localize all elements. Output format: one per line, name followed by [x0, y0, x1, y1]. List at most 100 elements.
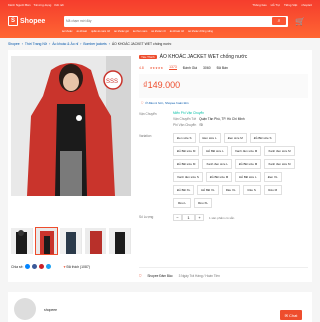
price-box: ₫149.000: [139, 74, 308, 98]
search-input[interactable]: [66, 19, 272, 23]
search-hint[interactable]: áo khoác gió: [114, 30, 129, 33]
search-hints: áo khoác áo khoác quần áo nam nữ áo khoá…: [62, 30, 280, 33]
heart-icon: ♥: [63, 264, 66, 269]
breadcrumb-item[interactable]: Thời Trang Nữ: [25, 42, 47, 46]
variation-option[interactable]: Xanh đen size M: [230, 146, 262, 156]
quantity-label: Số Lượng: [139, 215, 154, 219]
breadcrumb-item[interactable]: Shopee: [8, 42, 20, 46]
connect-link[interactable]: Kết nối: [54, 3, 63, 7]
reviews-count[interactable]: 1373: [169, 65, 177, 70]
variation-option[interactable]: Xanh đen size M: [264, 146, 295, 156]
variation-option[interactable]: Đỏ BĐ size M: [234, 159, 262, 169]
breadcrumb-item[interactable]: Bomber jackets: [83, 42, 106, 46]
variation-row: Variation Đen size S Đen size L Đen size…: [139, 133, 308, 208]
search-hint[interactable]: áo thun nam: [133, 30, 147, 33]
shield-icon: ⛉: [141, 101, 144, 105]
ship-to-label: Vận Chuyển Tới: [173, 117, 197, 121]
notifications-link[interactable]: Thông báo: [252, 3, 266, 7]
search-hint[interactable]: áo khoác: [62, 30, 73, 33]
thumbnail[interactable]: [84, 228, 107, 254]
price-guarantee-text[interactable]: Ở đâu rẻ hơn, Shopee hoàn tiền: [145, 101, 188, 105]
variation-option[interactable]: Đen size M: [223, 133, 247, 143]
user-account[interactable]: nhopisrt: [301, 3, 312, 7]
search-hint[interactable]: áo khoác chống nắng: [188, 30, 213, 33]
top-links: Kênh Người Bán Tải ứng dụng Kết nối Thôn…: [8, 2, 312, 7]
stock-text: 1 sản phẩm có sẵn: [209, 215, 235, 220]
shopee-guarantee[interactable]: ⛉ Shopee Đảm Bảo 3 Ngày Trả Hàng / Hoàn …: [139, 267, 308, 278]
guarantee-title: Shopee Đảm Bảo: [147, 274, 173, 278]
variation-option[interactable]: Đen XL: [263, 172, 282, 182]
product-title-row: Yêu Thích ÁO KHOÁC JACKET WET chống nước: [139, 54, 308, 60]
increase-button[interactable]: +: [195, 214, 204, 221]
variation-option[interactable]: Xanh đen size L: [202, 159, 232, 169]
shopee-logo[interactable]: S Shopee: [8, 16, 56, 26]
variation-option[interactable]: Đen size L: [198, 133, 221, 143]
chat-button[interactable]: ✉ Chat: [280, 310, 302, 320]
variation-option[interactable]: Xanh đen size S: [173, 172, 203, 182]
variation-option[interactable]: Rêu XL: [194, 198, 213, 208]
thumbnail-strip: [11, 227, 131, 255]
help-link[interactable]: Hỗ Trợ: [271, 3, 280, 7]
quantity-input[interactable]: 1: [182, 214, 195, 221]
breadcrumb: Shopee › Thời Trang Nữ › Áo khoác & Áo nỉ ›…: [8, 42, 172, 46]
twitter-icon[interactable]: [46, 264, 52, 269]
seller-center-link[interactable]: Kênh Người Bán: [8, 3, 31, 7]
variation-option[interactable]: Đỏ BĐ XL: [197, 185, 219, 195]
language-select[interactable]: Tiếng Việt: [284, 3, 297, 7]
reviews-label: Đánh Giá: [182, 65, 198, 70]
variation-option[interactable]: Rêu L: [173, 198, 191, 208]
search-bar: ⌕: [64, 15, 288, 27]
product-main-image[interactable]: SSS: [11, 56, 131, 196]
variation-option[interactable]: Đỏ BĐ size S: [249, 133, 276, 143]
variation-options: Đen size S Đen size L Đen size M Đỏ BĐ s…: [173, 133, 301, 208]
variation-option[interactable]: Đỏ BĐ size M: [173, 159, 200, 169]
variation-option[interactable]: Rêu M: [263, 185, 282, 195]
facebook-icon[interactable]: [32, 264, 38, 269]
header: Kênh Người Bán Tải ứng dụng Kết nối Thôn…: [0, 0, 320, 38]
decrease-button[interactable]: −: [173, 214, 182, 221]
search-button[interactable]: ⌕: [272, 17, 286, 25]
variation-option[interactable]: Đỏ BĐ XL: [173, 185, 195, 195]
product-title: ÁO KHOÁC JACKET WET chống nước: [159, 54, 248, 60]
variation-option[interactable]: Xanh đen size M: [264, 159, 295, 169]
variation-option[interactable]: Rêu XL: [221, 185, 240, 195]
variation-option[interactable]: Đỏ BĐ size L: [202, 146, 228, 156]
breadcrumb-item[interactable]: Áo khoác & Áo nỉ: [52, 42, 78, 46]
messenger-icon[interactable]: [25, 264, 31, 269]
shipping-label: Vận Chuyển: [139, 112, 157, 116]
ship-to-value[interactable]: Quận Tân Phú, TP. Hồ Chí Minh: [199, 117, 245, 121]
jacket-photo: SSS: [11, 56, 131, 196]
thumbnail[interactable]: [109, 228, 131, 254]
variation-label: Variation: [139, 134, 152, 138]
variation-option[interactable]: Đỏ BĐ size M: [173, 146, 200, 156]
rating-stats: 4.8 ★★★★★ 1373 Đánh Giá 3060 Đã Bán: [139, 65, 308, 70]
search-icon: ⌕: [277, 18, 281, 24]
variation-option[interactable]: Rêu S: [242, 185, 261, 195]
sold-count: 3060: [203, 65, 211, 70]
variation-option[interactable]: Đỏ BĐ size L: [235, 172, 261, 182]
ship-fee-value: ₫0: [199, 123, 203, 127]
shop-name[interactable]: shopeee: [44, 308, 57, 312]
variation-option[interactable]: Đen size S: [173, 133, 196, 143]
search-hint[interactable]: áo khoác: [77, 30, 88, 33]
star-icon: ★★★★★: [149, 65, 164, 70]
shop-card: shopeee ✉ Chat: [8, 292, 312, 322]
thumbnail[interactable]: [11, 228, 33, 254]
favorite-badge: Yêu Thích: [139, 55, 157, 59]
variation-option[interactable]: Đỏ BĐ size M: [205, 172, 233, 182]
guarantee-subtitle: 3 Ngày Trả Hàng / Hoàn Tiền: [178, 274, 220, 278]
search-hint[interactable]: quần áo nam nữ: [91, 30, 110, 33]
like-button[interactable]: ♥ Đã thích (1087): [63, 265, 89, 269]
share-label: Chia sẻ:: [11, 264, 24, 269]
search-hint[interactable]: áo khoác nữ: [151, 30, 165, 33]
thumbnail[interactable]: [60, 228, 82, 254]
search-hint[interactable]: áo khoác nữ: [170, 30, 184, 33]
shop-avatar[interactable]: [14, 298, 36, 320]
share-row: Chia sẻ: ♥ Đã thích (1087): [11, 264, 131, 269]
cart-icon[interactable]: 🛒: [288, 17, 312, 26]
download-app-link[interactable]: Tải ứng dụng: [34, 3, 52, 7]
product-info: Yêu Thích ÁO KHOÁC JACKET WET chống nước…: [139, 54, 308, 221]
pinterest-icon[interactable]: [39, 264, 45, 269]
rating-value[interactable]: 4.8: [139, 66, 144, 70]
thumbnail-active[interactable]: [34, 227, 59, 255]
